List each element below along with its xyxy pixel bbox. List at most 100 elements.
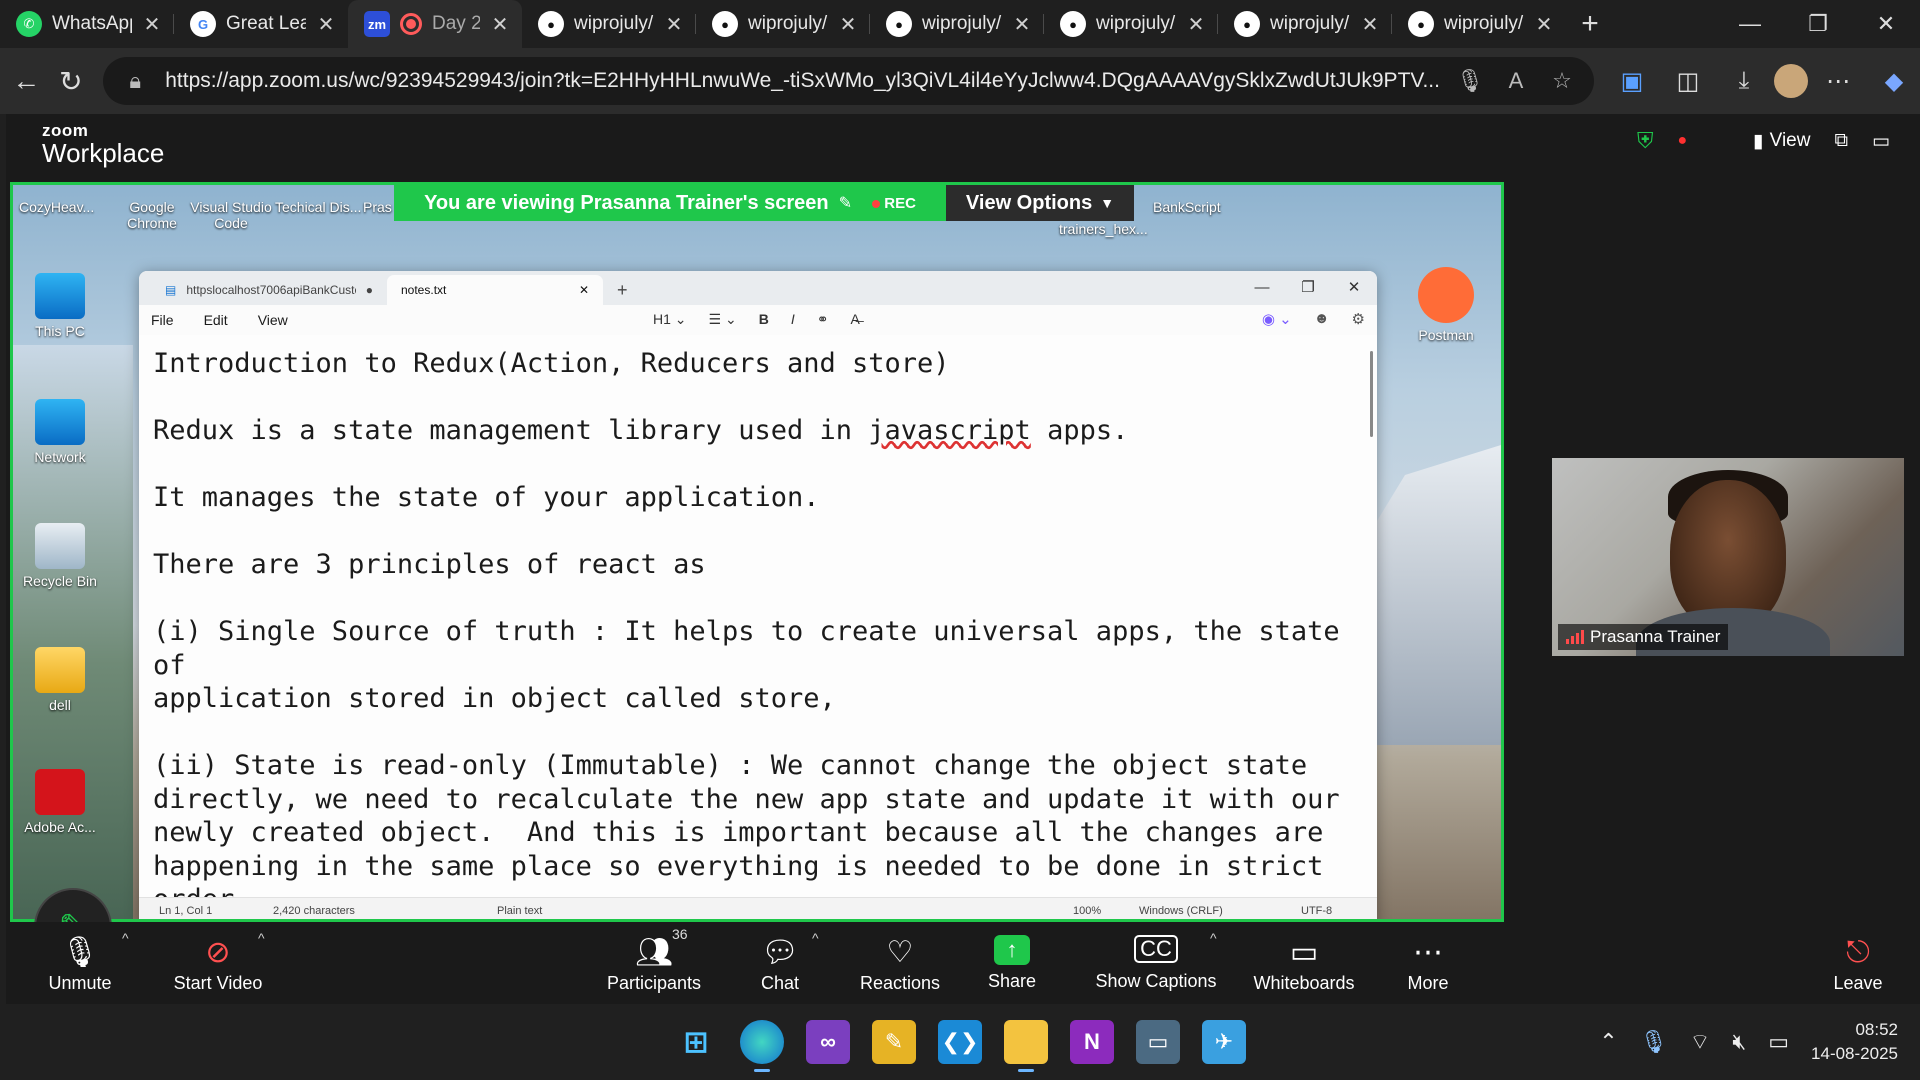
browser-tab-great-learning[interactable]: G Great Lear ✕ <box>174 0 348 48</box>
profile-avatar[interactable] <box>1773 64 1808 98</box>
new-tab-button[interactable]: + <box>1566 0 1614 48</box>
window-controls: — ❐ ✕ <box>1716 0 1920 48</box>
minimize-view-icon[interactable]: ⧉ <box>1834 130 1848 152</box>
visual-studio-icon[interactable]: ∞ <box>806 1020 850 1064</box>
heading-dropdown[interactable]: H1 ⌄ <box>653 311 687 328</box>
share-button[interactable]: ↑ Share <box>976 922 1048 1004</box>
notepad-tab-active[interactable]: notes.txt ✕ <box>387 275 603 305</box>
clear-format-icon[interactable]: A̶ <box>850 311 859 328</box>
browser-tab-github[interactable]: ● wiprojuly/ ✕ <box>522 0 696 48</box>
file-explorer-icon[interactable] <box>1004 1020 1048 1072</box>
desktop-icon-network[interactable]: Network <box>17 399 103 466</box>
italic-icon[interactable]: I <box>791 311 795 328</box>
account-icon[interactable]: ☻ <box>1314 310 1330 328</box>
desktop-icon-this-pc[interactable]: This PC <box>17 273 103 340</box>
desktop-icon-adobe[interactable]: Adobe Ac... <box>17 769 103 836</box>
paint-icon[interactable]: ✎ <box>872 1020 916 1064</box>
link-icon[interactable]: ⚭ <box>817 311 829 328</box>
vscode-icon[interactable]: ❮❯ <box>938 1020 982 1064</box>
view-button[interactable]: ▮ View <box>1753 130 1810 153</box>
menu-file[interactable]: File <box>151 312 174 328</box>
add-tab-button[interactable]: + <box>603 275 642 305</box>
read-aloud-icon[interactable]: A <box>1500 68 1532 94</box>
lock-icon[interactable]: 🔒︎ <box>119 68 151 94</box>
close-icon[interactable]: ✕ <box>838 12 858 37</box>
close-icon[interactable]: ✕ <box>664 12 684 37</box>
browser-tab-github[interactable]: ● wiprojuly/ ✕ <box>1044 0 1218 48</box>
chat-button[interactable]: 💬︎ Chat <box>742 922 818 1004</box>
view-options-button[interactable]: View Options ▼ <box>946 185 1134 221</box>
app-icon[interactable]: ✈ <box>1202 1020 1246 1064</box>
desktop-icon-recycle-bin[interactable]: Recycle Bin <box>17 523 103 590</box>
notepad-text-area[interactable]: Introduction to Redux(Action, Reducers a… <box>139 335 1377 919</box>
restore-icon[interactable]: ❐ <box>1784 0 1852 48</box>
close-icon[interactable]: ✕ <box>316 12 336 37</box>
unmute-button[interactable]: 🎙︎ Unmute <box>32 922 128 1004</box>
maximize-icon[interactable]: ❐ <box>1285 271 1331 303</box>
close-icon[interactable]: ✕ <box>1012 12 1032 37</box>
back-icon[interactable]: ← <box>4 54 49 108</box>
participant-video-tile[interactable]: Prasanna Trainer <box>1552 458 1904 656</box>
favorite-star-icon[interactable]: ☆ <box>1546 68 1578 94</box>
copilot-icon[interactable]: ◆ <box>1868 57 1920 105</box>
browser-tab-day2-zoom[interactable]: zm Day 2 ✕ <box>348 0 522 48</box>
clock[interactable]: 08:52 14-08-2025 <box>1811 1018 1898 1066</box>
desktop-icon-postman[interactable]: Postman <box>1403 267 1489 344</box>
bold-icon[interactable]: B <box>759 311 769 328</box>
close-icon[interactable]: ✕ <box>1534 12 1554 37</box>
close-icon[interactable]: ✕ <box>1360 12 1380 37</box>
battery-icon[interactable]: ▭ <box>1768 1029 1789 1055</box>
show-captions-button[interactable]: CC Show Captions <box>1090 922 1222 1004</box>
download-icon[interactable]: ⤓ <box>1718 57 1770 105</box>
browser-tab-github[interactable]: ● wiprojuly/ ✕ <box>1218 0 1392 48</box>
video-options-caret-icon[interactable]: ^ <box>258 930 265 946</box>
more-button[interactable]: ⋯ More <box>1392 922 1464 1004</box>
desktop-icon-dell[interactable]: dell <box>17 647 103 714</box>
desktop-label: Visual Studio Code <box>190 199 272 231</box>
captions-options-caret-icon[interactable]: ^ <box>1210 930 1217 946</box>
close-icon[interactable]: ✕ <box>142 12 162 37</box>
speaker-muted-icon[interactable]: 🔇︎ <box>1732 1029 1746 1055</box>
terminal-icon[interactable]: ▭ <box>1136 1020 1180 1064</box>
list-icon[interactable]: ☰ ⌄ <box>709 311 737 328</box>
text-line: Introduction to Redux(Action, Reducers a… <box>153 348 950 379</box>
browser-tab-github[interactable]: ● wiprojuly/ ✕ <box>1392 0 1566 48</box>
scrollbar[interactable] <box>1370 351 1373 437</box>
browser-tab-github[interactable]: ● wiprojuly/ ✕ <box>870 0 1044 48</box>
extension-icon[interactable]: ▣ <box>1606 57 1658 105</box>
menu-edit[interactable]: Edit <box>204 312 228 328</box>
audio-options-caret-icon[interactable]: ^ <box>122 930 129 946</box>
chat-options-caret-icon[interactable]: ^ <box>812 930 819 946</box>
wifi-icon[interactable]: ⌔ <box>1690 1028 1711 1056</box>
minimize-icon[interactable]: — <box>1716 0 1784 48</box>
close-icon[interactable]: ✕ <box>579 283 589 297</box>
close-icon[interactable]: ✕ <box>490 12 510 37</box>
copilot-icon[interactable]: ◉ ⌄ <box>1262 310 1292 328</box>
url-text[interactable]: https://app.zoom.us/wc/92394529943/join?… <box>165 69 1440 93</box>
microphone-icon[interactable]: 🎙︎ <box>1640 1029 1668 1055</box>
security-shield-icon[interactable]: ⛨ <box>1637 128 1654 154</box>
edge-browser-icon[interactable] <box>740 1020 784 1072</box>
minimize-icon[interactable]: — <box>1239 271 1285 303</box>
chevron-up-icon[interactable]: ⌃ <box>1599 1029 1617 1055</box>
settings-gear-icon[interactable]: ⚙ <box>1352 310 1365 328</box>
browser-tab-whatsapp[interactable]: ✆ WhatsApp ✕ <box>0 0 174 48</box>
notepad-tab[interactable]: ▤ httpslocalhost7006apiBankCustom9 ● <box>151 275 387 305</box>
address-bar[interactable]: 🔒︎ https://app.zoom.us/wc/92394529943/jo… <box>103 57 1594 105</box>
leave-button[interactable]: ⎋ Leave <box>1822 922 1894 1004</box>
microphone-icon[interactable]: 🎙︎ <box>1454 68 1486 94</box>
windows-start-icon[interactable]: ⊞ <box>674 1020 718 1064</box>
fullscreen-icon[interactable]: ▭ <box>1872 130 1890 153</box>
close-window-icon[interactable]: ✕ <box>1331 271 1377 303</box>
refresh-icon[interactable]: ↻ <box>49 54 94 108</box>
participants-button[interactable]: 👥︎ 36 Participants <box>602 922 706 1004</box>
close-icon[interactable]: ✕ <box>1186 12 1206 37</box>
close-window-icon[interactable]: ✕ <box>1852 0 1920 48</box>
menu-view[interactable]: View <box>258 312 288 328</box>
split-screen-icon[interactable]: ◫ <box>1662 57 1714 105</box>
reactions-button[interactable]: ♡ Reactions <box>850 922 950 1004</box>
whiteboards-button[interactable]: ▭ Whiteboards <box>1244 922 1364 1004</box>
more-menu-icon[interactable]: ⋯ <box>1812 57 1864 105</box>
onenote-icon[interactable]: N <box>1070 1020 1114 1064</box>
browser-tab-github[interactable]: ● wiprojuly/ ✕ <box>696 0 870 48</box>
